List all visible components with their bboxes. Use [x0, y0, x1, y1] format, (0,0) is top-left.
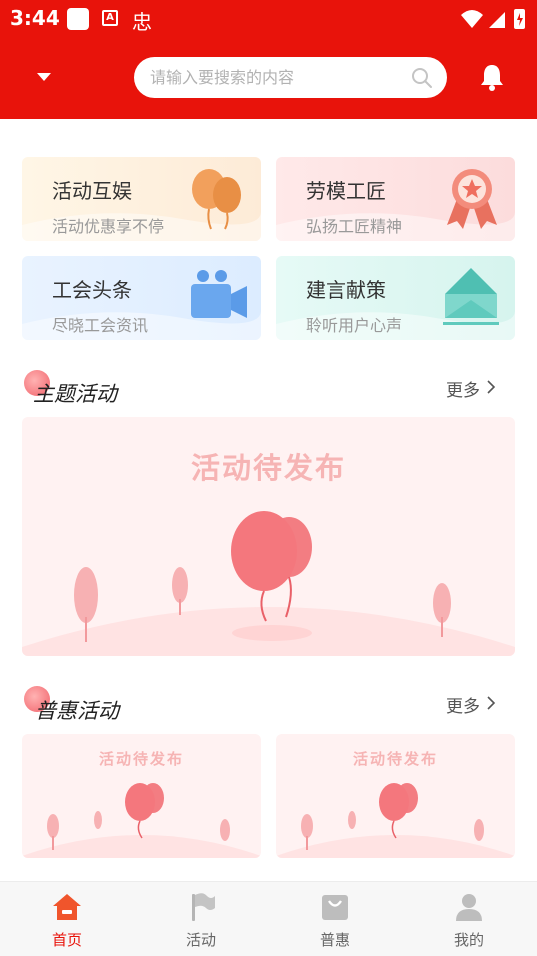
card-subtitle: 活动优惠享不停	[52, 217, 165, 236]
more-benefit-link[interactable]: 更多	[446, 692, 480, 717]
home-content: 活动互娱 活动优惠享不停 劳模工匠 弘扬工匠精神 工会头条 尽晓工会资讯 建言献…	[0, 119, 537, 881]
search-input[interactable]	[150, 65, 400, 90]
more-themed-link[interactable]: 更多	[446, 376, 480, 401]
card-subtitle: 弘扬工匠精神	[306, 217, 403, 236]
nav-label: 首页	[51, 931, 82, 949]
bell-icon[interactable]	[478, 62, 506, 92]
status-bar: 3:44 A 忠	[0, 0, 537, 38]
status-time: 3:44	[10, 6, 60, 30]
app-header: 3:44 A 忠	[0, 0, 537, 119]
balloons-icon	[192, 169, 241, 230]
nav-home[interactable]: 首页	[0, 882, 134, 956]
benefit-activity-card[interactable]: 活动待发布	[276, 734, 515, 858]
chevron-right-icon[interactable]	[486, 379, 496, 395]
video-camera-icon	[191, 270, 247, 318]
card-title: 建言献策	[306, 278, 386, 302]
search-icon[interactable]	[411, 67, 433, 89]
nav-label: 我的	[453, 931, 484, 949]
card-union-headlines[interactable]: 工会头条 尽晓工会资讯	[22, 256, 261, 340]
card-title: 劳模工匠	[306, 179, 386, 203]
notification-a-icon: A	[102, 10, 118, 26]
card-subtitle: 尽晓工会资讯	[52, 316, 149, 335]
nav-label: 普惠	[319, 931, 350, 949]
medal-icon	[447, 169, 497, 229]
card-subtitle: 聆听用户心声	[306, 316, 403, 335]
card-title: 活动互娱	[52, 179, 132, 203]
home-icon	[53, 894, 81, 920]
nav-mine[interactable]: 我的	[402, 882, 536, 956]
user-icon	[456, 894, 482, 921]
card-status-text: 活动待发布	[98, 750, 184, 768]
system-indicators-icon	[461, 9, 525, 29]
card-title: 工会头条	[52, 278, 132, 302]
nav-benefit[interactable]: 普惠	[268, 882, 402, 956]
envelope-icon	[443, 268, 499, 325]
nav-activity[interactable]: 活动	[134, 882, 268, 956]
benefit-activity-card[interactable]: 活动待发布	[22, 734, 261, 858]
section-title-benefit: 普惠活动	[35, 699, 119, 723]
notification-app-icon	[67, 8, 89, 30]
chevron-right-icon[interactable]	[486, 695, 496, 711]
banner-status-text: 活动待发布	[190, 451, 346, 485]
search-bar[interactable]	[134, 57, 447, 98]
card-activity-fun[interactable]: 活动互娱 活动优惠享不停	[22, 157, 261, 241]
section-title-themed: 主题活动	[33, 382, 117, 406]
flag-icon	[192, 893, 215, 921]
nav-label: 活动	[185, 931, 216, 949]
bottom-nav: 首页 活动 普惠 我的	[0, 881, 537, 956]
card-suggestions[interactable]: 建言献策 聆听用户心声	[276, 256, 515, 340]
shopping-bag-icon	[322, 895, 348, 920]
themed-activity-banner[interactable]: 活动待发布	[22, 417, 515, 656]
notification-bug-icon: 忠	[132, 10, 152, 34]
chevron-down-icon[interactable]	[34, 70, 54, 84]
card-model-worker[interactable]: 劳模工匠 弘扬工匠精神	[276, 157, 515, 241]
card-status-text: 活动待发布	[352, 750, 438, 768]
